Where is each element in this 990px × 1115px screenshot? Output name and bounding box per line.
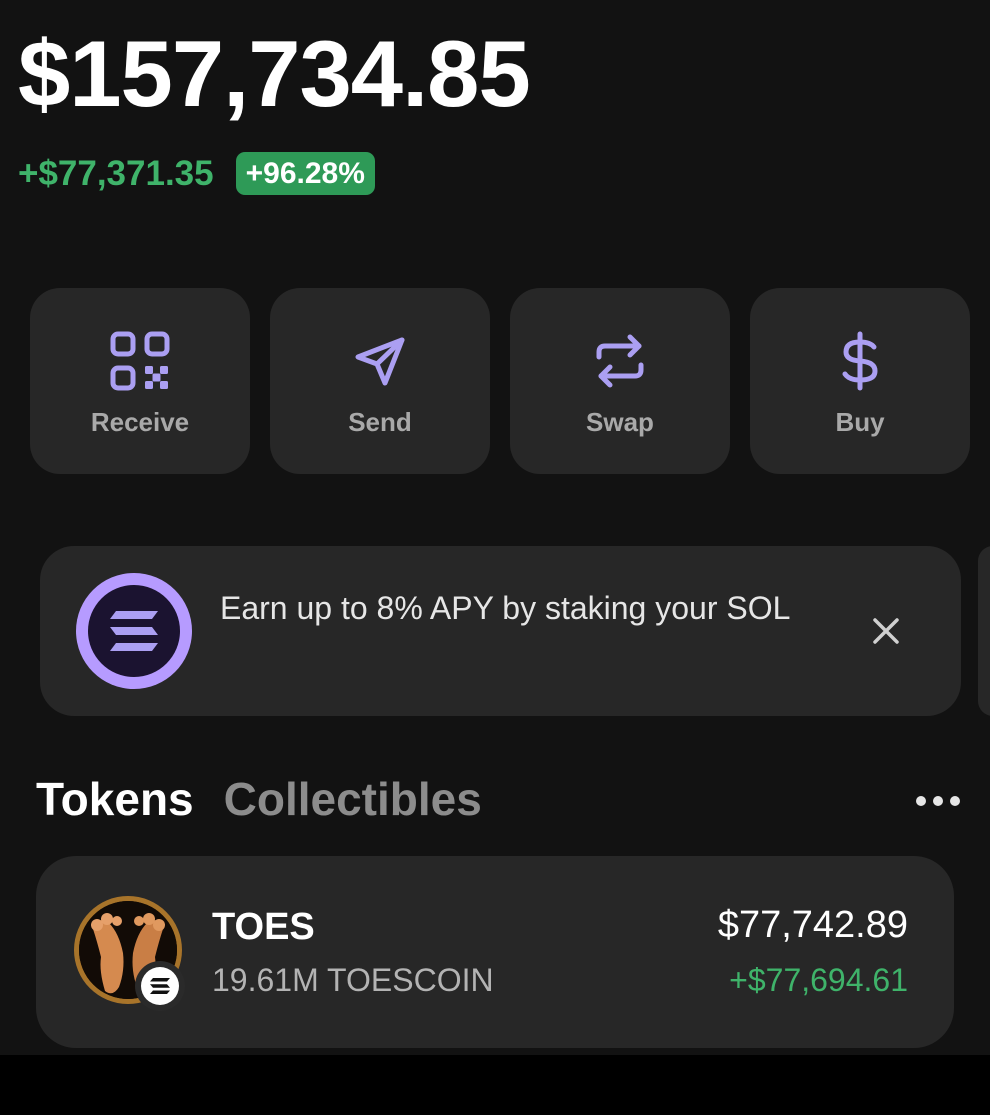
dollar-icon (830, 331, 890, 391)
send-button[interactable]: Send (270, 288, 490, 474)
wallet-screen: $157,734.85 +$77,371.35 +96.28% Receive (0, 0, 990, 1055)
more-icon[interactable] (910, 786, 966, 816)
swap-icon (590, 331, 650, 391)
solana-badge-icon (135, 961, 185, 1011)
send-icon (350, 331, 410, 391)
token-amount: 19.61M TOESCOIN (212, 962, 494, 998)
qr-code-icon (110, 331, 170, 391)
token-name: TOES (212, 906, 315, 948)
buy-label: Buy (835, 406, 885, 437)
close-icon[interactable] (869, 614, 903, 648)
staking-banner-text: Earn up to 8% APY by staking your SOL (220, 590, 791, 626)
balance-change-row: +$77,371.35 +96.28% (18, 152, 375, 195)
swap-button[interactable]: Swap (510, 288, 730, 474)
token-value: $77,742.89 (717, 904, 908, 946)
token-change: +$77,694.61 (729, 962, 908, 998)
balance-change-percent-badge: +96.28% (235, 152, 375, 195)
tab-tokens[interactable]: Tokens (36, 772, 194, 826)
swap-label: Swap (586, 406, 654, 437)
staking-banner[interactable]: Earn up to 8% APY by staking your SOL (40, 546, 961, 716)
tab-collectibles[interactable]: Collectibles (224, 772, 482, 826)
asset-tabs: Tokens Collectibles (36, 772, 482, 826)
send-label: Send (348, 406, 412, 437)
total-balance: $157,734.85 (18, 21, 531, 126)
receive-button[interactable]: Receive (30, 288, 250, 474)
solana-logo-icon (76, 573, 192, 689)
action-buttons: Receive Send Swap Buy (30, 288, 970, 474)
token-row-toes[interactable]: TOES 19.61M TOESCOIN $77,742.89 +$77,694… (36, 856, 954, 1048)
receive-label: Receive (90, 406, 190, 437)
balance-change-amount: +$77,371.35 (18, 153, 214, 193)
bottom-black-bar (0, 1055, 990, 1115)
buy-button[interactable]: Buy (750, 288, 970, 474)
next-banner-edge (978, 546, 990, 716)
